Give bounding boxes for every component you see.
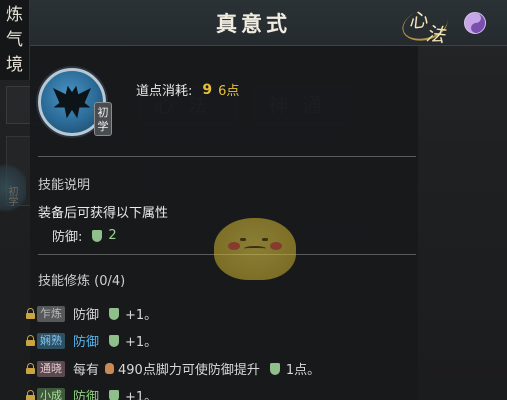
bat-wings-icon bbox=[53, 85, 91, 119]
cost-value: 6点 bbox=[218, 84, 240, 99]
shield-icon bbox=[109, 389, 120, 400]
divider bbox=[38, 156, 416, 157]
mascot-cheek bbox=[228, 242, 240, 250]
yin-yang-icon[interactable] bbox=[464, 12, 486, 34]
dao-point-icon: 9 bbox=[202, 81, 213, 98]
rank-badge: 初学 bbox=[94, 102, 112, 136]
training-value: +1。 bbox=[125, 335, 158, 350]
training-value: +1。 bbox=[125, 390, 158, 400]
tier-badge: 乍炼 bbox=[37, 305, 65, 322]
shield-icon bbox=[109, 307, 120, 320]
training-prefix: 每有 bbox=[73, 363, 100, 378]
training-stat: 防御 bbox=[73, 335, 100, 350]
tier-badge: 小成 bbox=[37, 387, 65, 400]
mascot-eye bbox=[240, 238, 246, 241]
training-row: 娴熟 防御 +1。 bbox=[26, 331, 157, 350]
logo-char: 法 bbox=[424, 23, 446, 47]
mascot-eye bbox=[262, 238, 268, 241]
realm-char: 气 bbox=[6, 30, 23, 50]
cost-label: 道点消耗: bbox=[136, 84, 193, 99]
lock-icon bbox=[26, 363, 35, 374]
attr-row: 防御: 2 bbox=[52, 226, 117, 245]
bg-side-rank: 初学 bbox=[6, 186, 17, 206]
footprint-icon bbox=[105, 363, 115, 374]
realm-char: 炼 bbox=[6, 5, 23, 25]
mascot-mouth bbox=[244, 246, 266, 251]
shield-icon bbox=[92, 229, 103, 242]
top-bar: 真意式 心 法 bbox=[0, 0, 507, 47]
shield-icon bbox=[269, 362, 280, 375]
attr-name: 防御: bbox=[52, 230, 83, 245]
training-row: 通晓 每有 490点脚力可使防御提升 1点。 bbox=[26, 359, 320, 378]
shield-icon bbox=[109, 334, 120, 347]
mascot-watermark bbox=[214, 218, 296, 280]
training-value: 1点。 bbox=[285, 363, 321, 378]
category-logo: 心 法 bbox=[398, 4, 454, 47]
realm-char: 境 bbox=[6, 55, 23, 75]
attr-value: 2 bbox=[108, 228, 117, 243]
training-amount: 490点脚力可使防御提升 bbox=[118, 363, 260, 378]
attr-heading: 装备后可获得以下属性 bbox=[38, 206, 169, 221]
training-row: 小成 防御 +1。 bbox=[26, 386, 157, 400]
tier-badge: 娴熟 bbox=[37, 332, 65, 349]
realm-label: 炼 气 境 bbox=[0, 0, 30, 80]
training-title: 技能修炼 (0/4) bbox=[38, 274, 126, 289]
lock-icon bbox=[26, 390, 35, 400]
tier-badge: 通晓 bbox=[37, 360, 65, 377]
training-stat: 防御 bbox=[73, 308, 100, 323]
training-stat: 防御 bbox=[73, 390, 100, 400]
mascot-cheek bbox=[270, 242, 282, 250]
training-row: 乍炼 防御 +1。 bbox=[26, 304, 157, 323]
lock-icon bbox=[26, 335, 35, 346]
cost-row: 道点消耗: 9 6点 bbox=[136, 80, 240, 100]
skill-detail-panel: 初学 道点消耗: 9 6点 技能说明 装备后可获得以下属性 防御: 2 技能修炼… bbox=[26, 46, 418, 400]
lock-icon bbox=[26, 308, 35, 319]
training-value: +1。 bbox=[125, 308, 158, 323]
description-title: 技能说明 bbox=[38, 178, 91, 193]
